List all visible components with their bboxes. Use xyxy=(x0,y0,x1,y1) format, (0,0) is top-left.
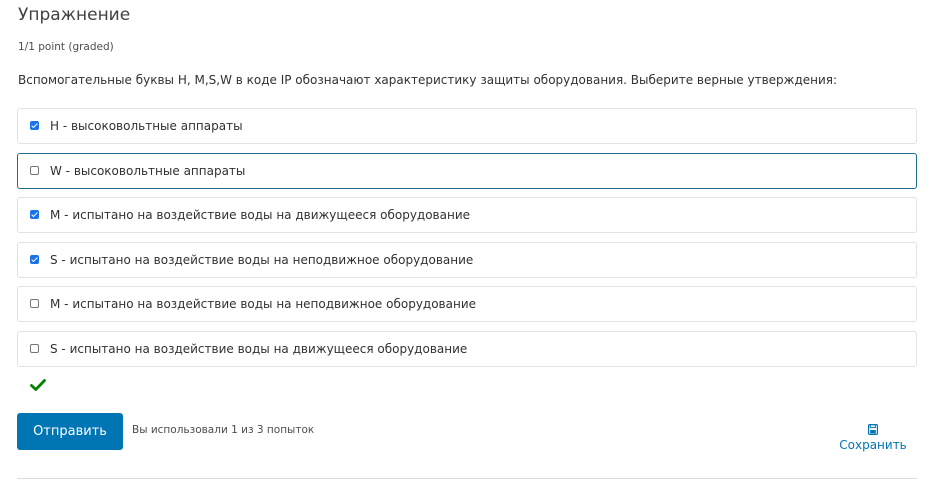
option-label: S - испытано на воздействие воды на непо… xyxy=(50,252,474,267)
option-checkbox-checked[interactable] xyxy=(30,121,39,130)
option-label: H - высоковольтные аппараты xyxy=(50,119,243,133)
problem-title: Упражнение xyxy=(18,5,131,25)
option-3[interactable]: M - испытано на воздействие воды на движ… xyxy=(17,197,917,233)
divider xyxy=(17,478,917,479)
option-label: S - испытано на воздействие воды на движ… xyxy=(50,341,468,356)
option-1[interactable]: H - высоковольтные аппараты xyxy=(17,108,917,144)
option-label: M - испытано на воздействие воды на непо… xyxy=(50,297,477,311)
floppy-disk-icon xyxy=(868,424,878,435)
option-checkbox[interactable] xyxy=(30,165,39,175)
attempts-text: Вы использовали 1 из 3 попыток xyxy=(132,424,315,436)
option-4[interactable]: S - испытано на воздействие воды на непо… xyxy=(17,241,917,278)
option-checkbox-checked[interactable] xyxy=(30,210,39,219)
problem-points: 1/1 point (graded) xyxy=(18,41,114,53)
save-button[interactable]: Сохранить xyxy=(836,424,910,452)
answer-options: H - высоковольтные аппараты W - высоково… xyxy=(17,108,917,375)
question-text: Вспомогательные буквы H, M,S,W в коде IP… xyxy=(18,73,838,87)
save-label: Сохранить xyxy=(839,438,907,452)
option-5[interactable]: M - испытано на воздействие воды на непо… xyxy=(17,286,917,322)
option-label: M - испытано на воздействие воды на движ… xyxy=(50,208,471,222)
submit-button[interactable]: Отправить xyxy=(17,413,123,450)
option-label: W - высоковольтные аппараты xyxy=(50,163,246,178)
option-checkbox[interactable] xyxy=(30,299,39,308)
checkmark-icon xyxy=(30,379,46,391)
option-2[interactable]: W - высоковольтные аппараты xyxy=(17,152,917,189)
option-6[interactable]: S - испытано на воздействие воды на движ… xyxy=(17,330,917,367)
option-checkbox-checked[interactable] xyxy=(30,254,39,264)
option-checkbox[interactable] xyxy=(30,343,39,353)
